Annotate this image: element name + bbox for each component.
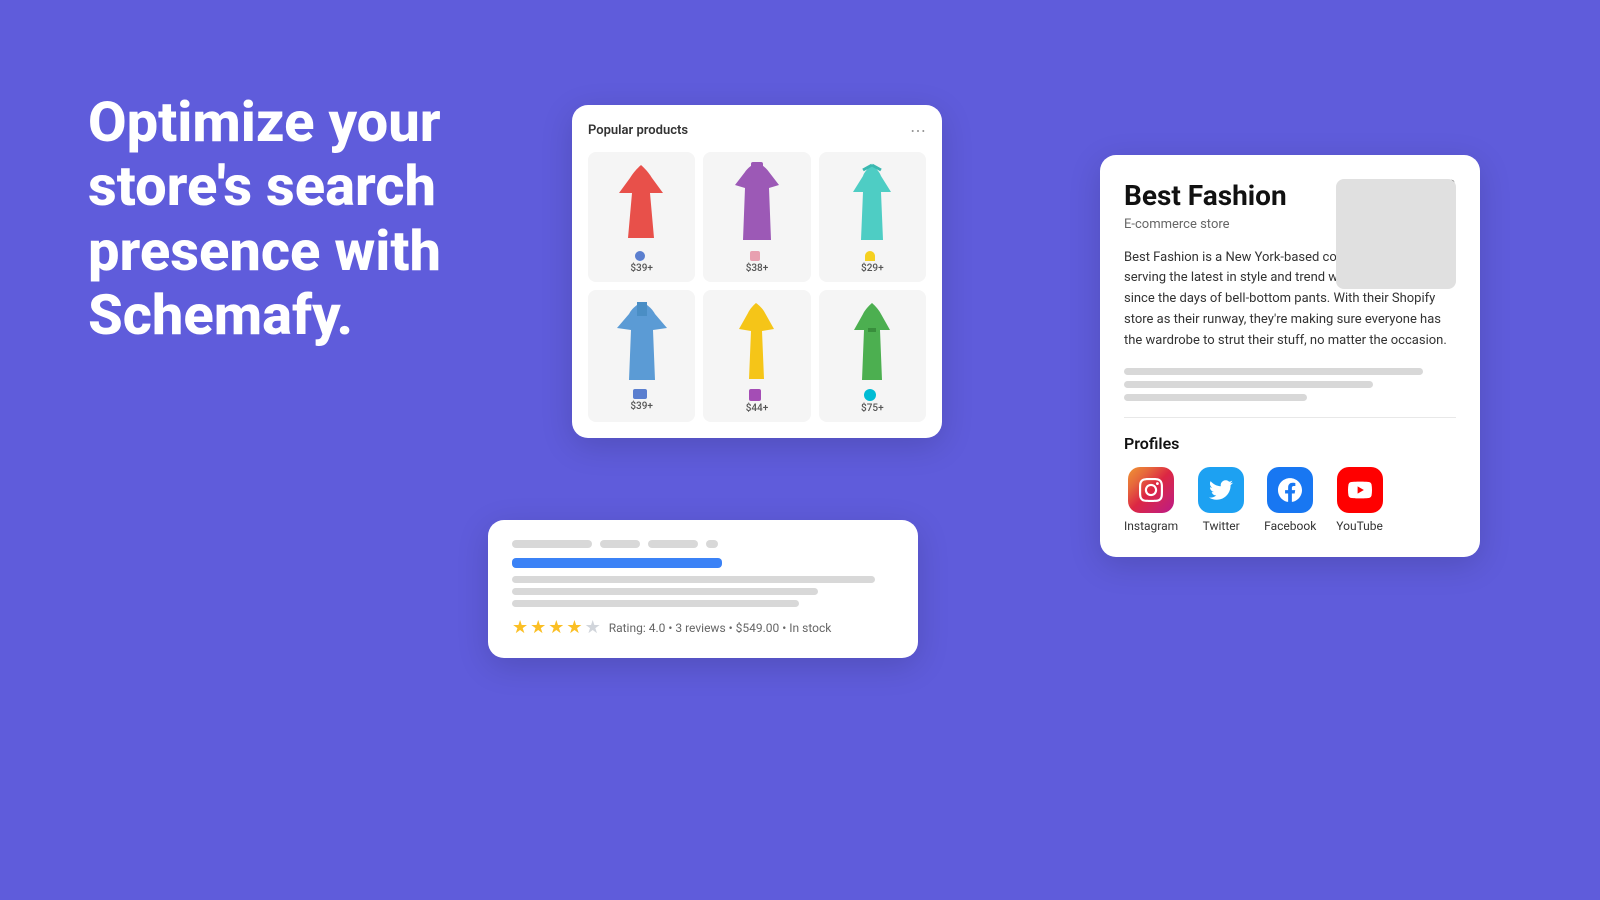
profile-youtube[interactable]: YouTube [1336,467,1383,533]
business-card: Best Fashion E-commerce store Best Fashi… [1100,155,1480,557]
popular-products-title: Popular products [588,123,688,138]
product-price: $39+ [630,263,653,274]
instagram-label: Instagram [1124,519,1178,533]
more-options-icon[interactable]: ⋯ [910,121,926,140]
search-bar-mock [512,540,894,548]
search-result-title [512,558,722,568]
placeholder-lines [1124,368,1456,401]
product-item[interactable]: $39+ [588,152,695,282]
desc-line-2 [512,588,818,595]
popular-products-card: Popular products ⋯ $39+ [572,105,942,438]
product-price: $38+ [746,263,769,274]
desc-line-3 [512,600,799,607]
search-meta: ★ ★ ★ ★ ★ Rating: 4.0 • 3 reviews • $549… [512,617,894,638]
profile-instagram[interactable]: Instagram [1124,467,1178,533]
instagram-icon-bg [1128,467,1174,513]
twitter-icon-bg [1198,467,1244,513]
product-item[interactable]: $39+ [588,290,695,422]
star-rating: ★ ★ ★ ★ ★ [512,617,601,638]
search-result-card: ★ ★ ★ ★ ★ Rating: 4.0 • 3 reviews • $549… [488,520,918,658]
facebook-icon-bg [1267,467,1313,513]
product-item[interactable]: $75+ [819,290,926,422]
product-item[interactable]: $38+ [703,152,810,282]
product-price: $29+ [861,263,884,274]
product-item[interactable]: $44+ [703,290,810,422]
youtube-icon-bg [1337,467,1383,513]
profile-facebook[interactable]: Facebook [1264,467,1316,533]
business-image [1336,179,1456,289]
product-item[interactable]: $29+ [819,152,926,282]
product-price: $44+ [746,403,769,414]
profiles-section: Profiles Instagram Twitter [1124,434,1456,533]
profile-twitter[interactable]: Twitter [1198,467,1244,533]
hero-text: Optimize your store's search presence wi… [88,90,538,348]
youtube-label: YouTube [1336,519,1383,533]
profiles-title: Profiles [1124,434,1456,453]
search-meta-text: Rating: 4.0 • 3 reviews • $549.00 • In s… [609,621,832,635]
profiles-list: Instagram Twitter Facebook [1124,467,1456,533]
twitter-label: Twitter [1203,519,1240,533]
desc-line-1 [512,576,875,583]
facebook-label: Facebook [1264,519,1316,533]
divider [1124,417,1456,418]
product-price: $39+ [630,401,653,412]
products-grid: $39+ $38+ [588,152,926,422]
business-name: Best Fashion [1124,179,1287,213]
product-price: $75+ [861,403,884,414]
